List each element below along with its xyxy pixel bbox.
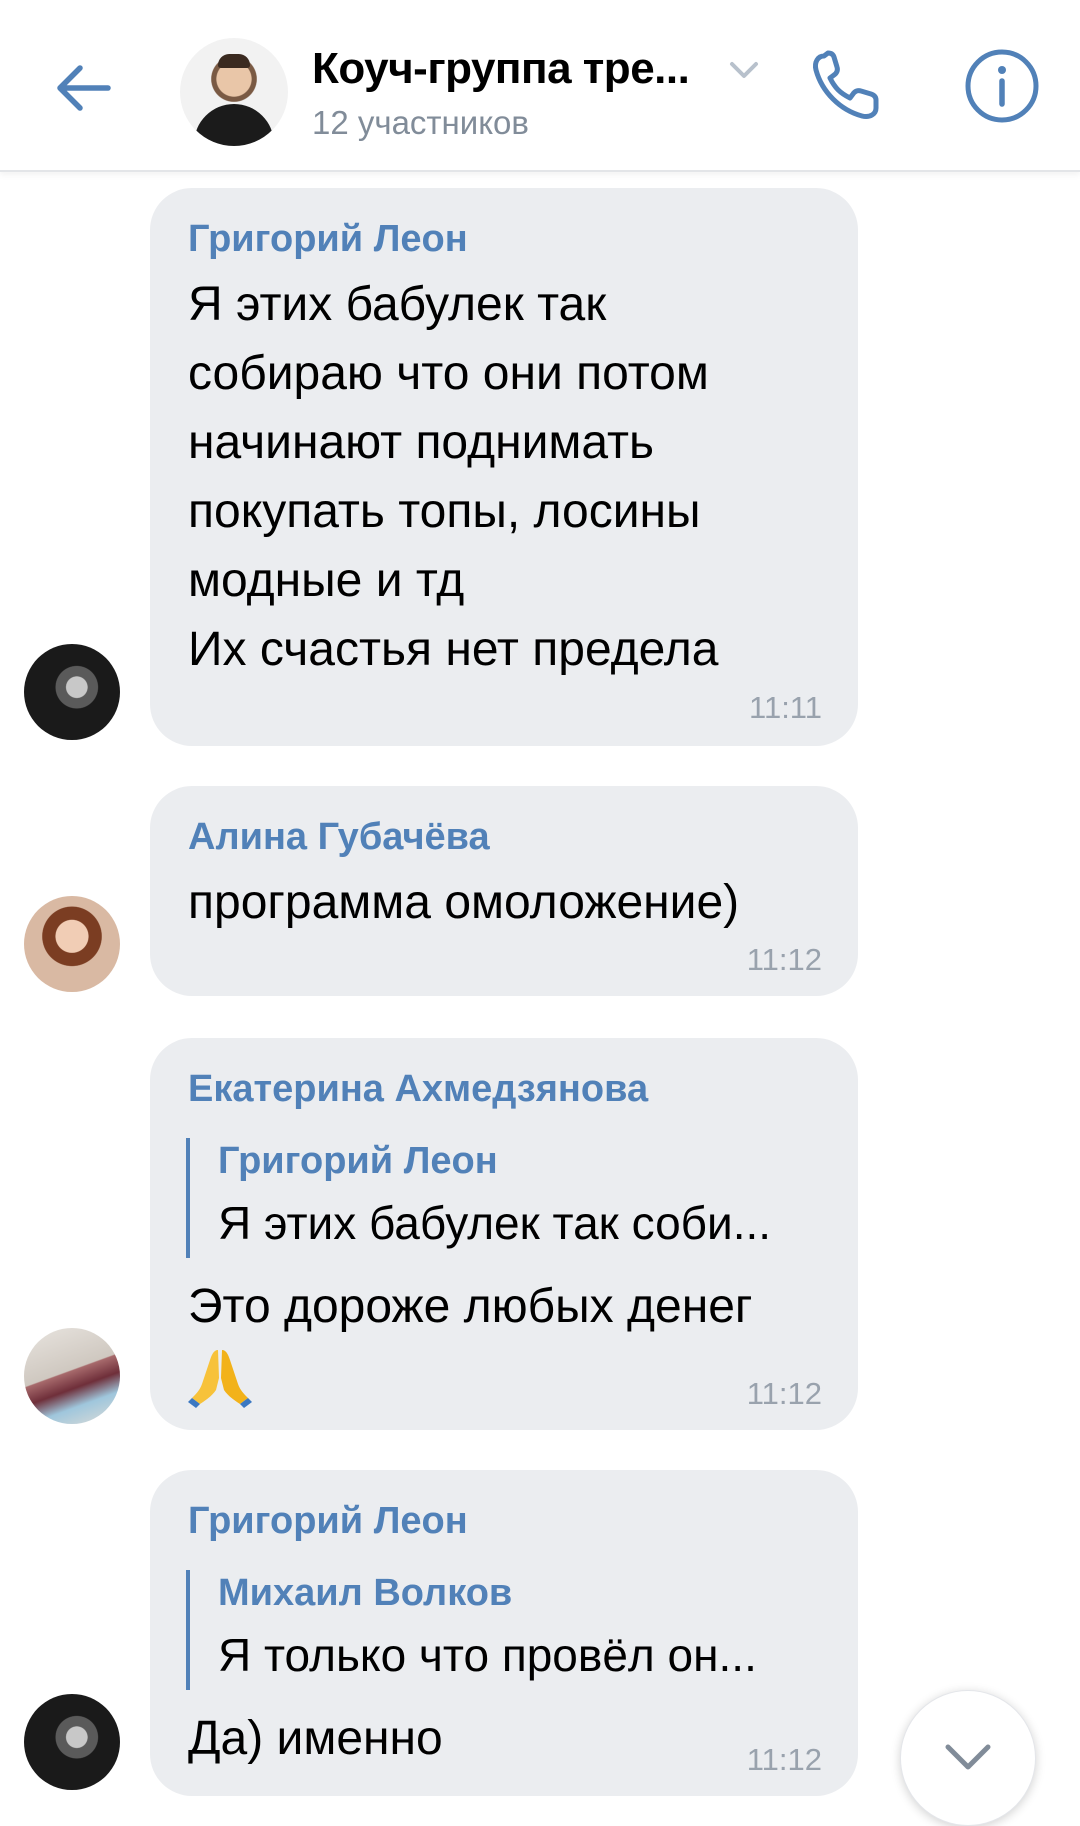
message-text: Я этих бабулек так собираю что они потом…: [188, 278, 719, 676]
sender-avatar[interactable]: [24, 644, 120, 740]
message-time: 11:12: [746, 1376, 822, 1411]
chevron-down-icon[interactable]: [726, 56, 762, 84]
reply-text: Я только что провёл он...: [218, 1629, 757, 1681]
reply-quote[interactable]: Григорий Леон Я этих бабулек так соби...: [186, 1138, 834, 1258]
sender-avatar[interactable]: [24, 1694, 120, 1790]
pray-emoji-icon: [188, 1344, 252, 1408]
sender-name[interactable]: Григорий Леон: [188, 1500, 468, 1543]
call-button[interactable]: [806, 44, 888, 126]
back-button[interactable]: [48, 52, 120, 124]
sender-avatar[interactable]: [24, 896, 120, 992]
phone-icon: [813, 50, 879, 119]
chat-header: Коуч-группа тре... 12 участников: [0, 0, 1080, 172]
info-icon: [965, 49, 1039, 123]
message-text: программа омоложение): [188, 876, 740, 929]
sender-avatar[interactable]: [24, 1328, 120, 1424]
reply-sender-name: Михаил Волков: [218, 1572, 513, 1614]
back-arrow-icon: [57, 65, 111, 111]
reply-sender-name: Григорий Леон: [218, 1140, 498, 1182]
reply-quote[interactable]: Михаил Волков Я только что провёл он...: [186, 1570, 834, 1690]
message-text: Это дороже любых денег: [188, 1280, 753, 1333]
chat-avatar[interactable]: [180, 38, 288, 146]
message-bubble[interactable]: Григорий Леон Михаил Волков Я только что…: [150, 1470, 858, 1796]
sender-name[interactable]: Григорий Леон: [188, 218, 468, 261]
info-button[interactable]: [962, 46, 1042, 126]
sender-name[interactable]: Екатерина Ахмедзянова: [188, 1068, 648, 1111]
message-bubble[interactable]: Алина Губачёва программа омоложение) 11:…: [150, 786, 858, 996]
message-bubble[interactable]: Екатерина Ахмедзянова Григорий Леон Я эт…: [150, 1038, 858, 1430]
message-time: 11:11: [749, 690, 822, 725]
scroll-to-bottom-button[interactable]: [900, 1690, 1036, 1826]
sender-name[interactable]: Алина Губачёва: [188, 816, 490, 859]
message-bubble[interactable]: Григорий Леон Я этих бабулек так собираю…: [150, 188, 858, 746]
chevron-down-icon: [945, 1744, 991, 1770]
chat-subtitle: 12 участников: [312, 104, 529, 141]
reply-text: Я этих бабулек так соби...: [218, 1197, 772, 1249]
message-time: 11:12: [746, 942, 822, 977]
chat-title[interactable]: Коуч-группа тре...: [312, 44, 690, 94]
message-time: 11:12: [746, 1742, 822, 1777]
